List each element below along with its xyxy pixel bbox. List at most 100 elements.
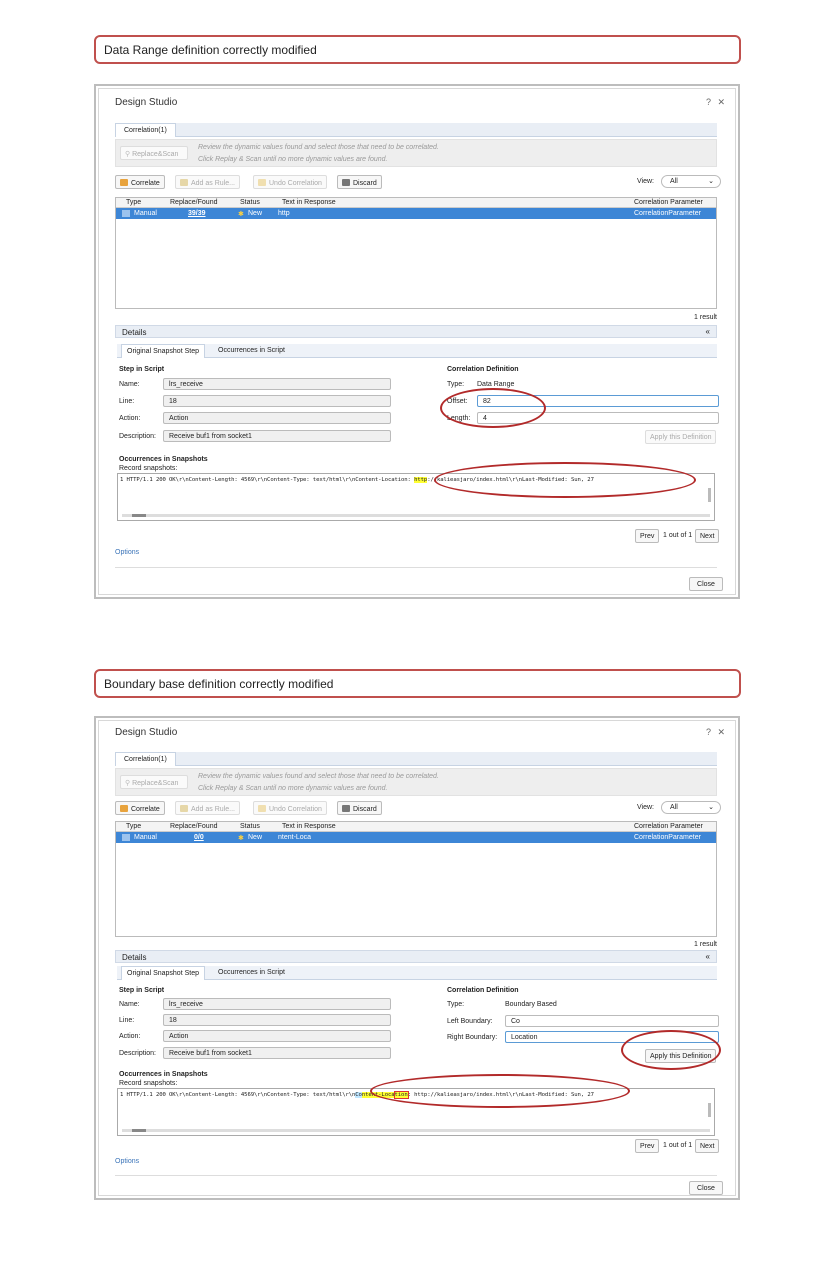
left-boundary-field[interactable]: Co [505,1015,719,1027]
grid-header: Type Replace/Found Status Text in Respon… [116,198,716,208]
col-status[interactable]: Status [240,823,260,830]
collapse-icon[interactable]: « [706,327,710,336]
view-select[interactable]: All ⌄ [661,801,721,814]
close-icon[interactable]: ✕ [717,97,725,108]
correlate-button[interactable]: Correlate [115,801,165,815]
tab-strip: Correlation(1) [115,752,717,766]
discard-label: Discard [353,806,377,813]
snapshot-highlight: http [414,477,428,483]
left-boundary-label: Left Boundary: [447,1018,493,1025]
col-replace-found[interactable]: Replace/Found [170,823,217,830]
undo-correlation-button[interactable]: Undo Correlation [253,801,327,815]
undo-correlation-button[interactable]: Undo Correlation [253,175,327,189]
caption-boundary-base: Boundary base definition correctly modif… [94,669,741,698]
close-button[interactable]: Close [689,1181,723,1195]
apply-definition-button[interactable]: Apply this Definition [645,430,717,444]
table-row[interactable]: Manual 0/0 ✱ New ntent-Loca CorrelationP… [116,832,716,843]
prev-button[interactable]: Prev [635,1139,660,1153]
table-row[interactable]: Manual 39/39 ✱ New http CorrelationParam… [116,208,716,219]
add-as-rule-button[interactable]: Add as Rule... [175,175,240,189]
discard-button[interactable]: Discard [337,175,382,189]
close-button[interactable]: Close [689,577,723,591]
description-field[interactable]: Receive buf1 from socket1 [163,430,391,442]
col-status[interactable]: Status [240,199,260,206]
name-field[interactable]: lrs_receive [163,998,391,1010]
description-field[interactable]: Receive buf1 from socket1 [163,1047,391,1059]
tab-original-snapshot-step[interactable]: Original Snapshot Step [121,344,205,358]
next-button[interactable]: Next [695,529,720,543]
discard-button[interactable]: Discard [337,801,382,815]
next-button[interactable]: Next [695,1139,720,1153]
col-correlation-parameter[interactable]: Correlation Parameter [634,823,703,830]
undo-correlation-label: Undo Correlation [269,806,322,813]
tab-correlation[interactable]: Correlation(1) [115,123,176,137]
add-as-rule-button[interactable]: Add as Rule... [175,801,240,815]
action-field[interactable]: Action [163,1030,391,1042]
window-title: Design Studio [115,727,178,738]
page-info: 1 out of 1 [663,532,693,539]
snapshot-left-boundary: Co [355,1092,362,1098]
snapshot-viewer[interactable]: 1 HTTP/1.1 200 OK\r\nContent-Length: 456… [117,1088,715,1136]
manual-type-icon [122,210,130,217]
add-as-rule-label: Add as Rule... [191,180,235,187]
line-field[interactable]: 18 [163,395,391,407]
step-in-script-title: Step in Script [119,987,165,994]
definition-type: Boundary Based [505,1001,557,1008]
tab-occurrences-in-script[interactable]: Occurrences in Script [213,344,290,358]
snapshot-viewer[interactable]: 1 HTTP/1.1 200 OK\r\nContent-Length: 456… [117,473,715,521]
view-select[interactable]: All ⌄ [661,175,721,188]
tab-occurrences-in-script[interactable]: Occurrences in Script [213,966,290,980]
name-field[interactable]: lrs_receive [163,378,391,390]
col-replace-found[interactable]: Replace/Found [170,199,217,206]
right-boundary-field[interactable]: Location [505,1031,719,1043]
tab-correlation[interactable]: Correlation(1) [115,752,176,766]
collapse-icon[interactable]: « [706,952,710,961]
horizontal-scrollbar[interactable] [122,514,710,517]
row-replace-found-link[interactable]: 0/0 [194,834,204,841]
horizontal-scrollbar[interactable] [122,1129,710,1132]
col-type[interactable]: Type [126,199,141,206]
replace-scan-button[interactable]: ⚲ Replace&Scan [120,775,188,789]
col-correlation-parameter[interactable]: Correlation Parameter [634,199,703,206]
replace-scan-button[interactable]: ⚲ Replace&Scan [120,146,188,160]
options-link[interactable]: Options [115,549,139,556]
footer-divider [115,567,717,568]
col-text-in-response[interactable]: Text in Response [282,823,336,830]
scroll-thumb[interactable] [132,514,146,517]
scroll-thumb[interactable] [132,1129,146,1132]
details-tabs: Original Snapshot Step Occurrences in Sc… [117,344,717,358]
row-type: Manual [134,834,157,841]
tab-original-snapshot-step[interactable]: Original Snapshot Step [121,966,205,980]
line-value: 18 [169,398,177,405]
result-count: 1 result [694,941,717,948]
action-field[interactable]: Action [163,412,391,424]
undo-icon [258,179,266,186]
details-tabs: Original Snapshot Step Occurrences in Sc… [117,966,717,980]
length-field[interactable]: 4 [477,412,719,424]
close-icon[interactable]: ✕ [717,727,725,738]
row-replace-found-link[interactable]: 39/39 [188,210,206,217]
description-value: Receive buf1 from socket1 [169,433,252,440]
help-icon[interactable]: ? [706,97,711,107]
line-field[interactable]: 18 [163,1014,391,1026]
apply-definition-button[interactable]: Apply this Definition [645,1049,717,1063]
window-body: Design Studio ? ✕ Correlation(1) ⚲ Repla… [98,720,736,1196]
info-bar: ⚲ Replace&Scan Review the dynamic values… [115,768,717,796]
rule-icon [180,805,188,812]
action-value: Action [169,1033,189,1040]
line-value: 18 [169,1017,177,1024]
prev-button[interactable]: Prev [635,529,660,543]
col-text-in-response[interactable]: Text in Response [282,199,336,206]
offset-field[interactable]: 82 [477,395,719,407]
vertical-scrollbar[interactable] [708,488,711,502]
col-type[interactable]: Type [126,823,141,830]
length-value: 4 [483,415,487,422]
vertical-scrollbar[interactable] [708,1103,711,1117]
action-label: Action: [119,415,141,422]
add-as-rule-label: Add as Rule... [191,806,235,813]
correlate-button[interactable]: Correlate [115,175,165,189]
action-label: Action: [119,1033,141,1040]
help-icon[interactable]: ? [706,727,711,737]
options-link[interactable]: Options [115,1158,139,1165]
description-value: Receive buf1 from socket1 [169,1050,252,1057]
